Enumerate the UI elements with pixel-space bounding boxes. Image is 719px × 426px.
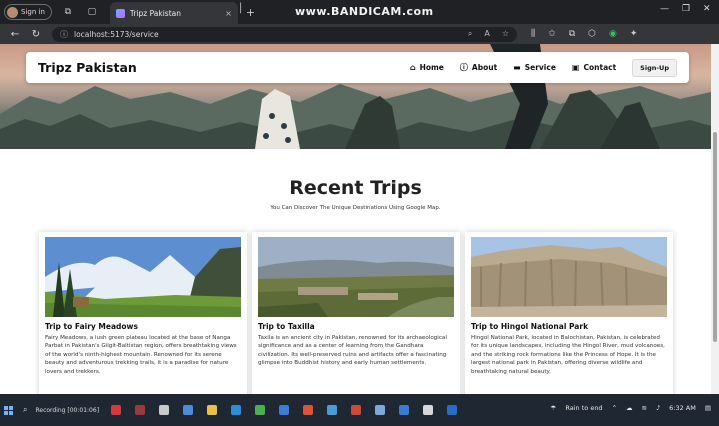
url-text: localhost:5173/service [74, 29, 159, 39]
tab-title: Tripz Pakistan [129, 8, 182, 18]
nav-home[interactable]: ⌂ Home [410, 63, 444, 72]
app-icon[interactable] [423, 405, 434, 415]
system-tray: ☂ Rain to end ⌃ ☁ ≋ ♪ 6:32 AM ▤ [551, 404, 711, 412]
cloud-icon[interactable]: ☁ [626, 404, 633, 412]
trip-cards: Trip to Fairy Meadows Fairy Meadows, a l… [39, 232, 674, 394]
recording-watermark: www.BANDICAM.com [295, 5, 434, 18]
split-screen-icon[interactable]: ⫼ [531, 29, 535, 39]
nav-contact[interactable]: ▣ Contact [572, 63, 616, 72]
card-description: Fairy Meadows, a lush green plateau loca… [45, 335, 237, 375]
back-icon[interactable]: ← [9, 29, 21, 40]
hingol-image [471, 237, 667, 317]
fairy-meadows-image [45, 237, 241, 317]
info-icon: ⓘ [459, 63, 468, 72]
taxilla-image [258, 237, 454, 317]
minimize-icon[interactable]: — [660, 4, 669, 14]
edge-icon[interactable] [231, 405, 242, 415]
wifi-icon[interactable]: ≋ [642, 404, 647, 412]
recorder-app-icon[interactable] [111, 405, 122, 415]
volume-icon[interactable]: ♪ [656, 404, 660, 412]
workspaces-icon[interactable]: ⧉ [60, 4, 76, 20]
favorites-icon[interactable]: ✩ [548, 29, 556, 39]
service-icon: ▬ [513, 63, 521, 72]
card-title: Trip to Taxilla [258, 322, 315, 331]
copilot-icon[interactable]: ✦ [630, 29, 638, 39]
avatar [7, 6, 18, 18]
nav-about[interactable]: ⓘ About [460, 62, 497, 73]
card-description: Hingol National Park, located in Balochi… [471, 335, 665, 375]
card-title: Trip to Fairy Meadows [45, 322, 138, 331]
home-icon: ⌂ [409, 63, 416, 72]
site-info-icon[interactable]: ⓘ [60, 29, 68, 40]
section-title: Recent Trips [289, 177, 422, 199]
tray-chevron-icon[interactable]: ⌃ [612, 404, 617, 412]
profile-label: Sign in [21, 8, 45, 16]
nav-service[interactable]: ▬ Service [513, 63, 556, 72]
extensions-area: ⫼ ✩ ⧉ ⬡ ◉ ✦ [531, 29, 637, 39]
app-icon[interactable] [303, 405, 314, 415]
page-scrollbar[interactable] [711, 44, 719, 394]
read-aloud-icon[interactable]: A [484, 29, 489, 39]
start-button[interactable] [4, 405, 13, 415]
notification-icon[interactable]: ▤ [705, 404, 711, 412]
app-icon[interactable] [375, 405, 386, 415]
new-tab-button[interactable]: + [246, 6, 255, 19]
collections-icon[interactable]: ⧉ [569, 29, 575, 39]
tab-close-icon[interactable]: × [225, 9, 232, 18]
clock[interactable]: 6:32 AM [669, 404, 696, 412]
search-icon[interactable]: ⌕ [23, 405, 27, 415]
page-viewport: Tripz Pakistan ⌂ Home ⓘ About ▬ Service … [0, 44, 711, 394]
app-icon[interactable] [327, 405, 338, 415]
nav-about-label: About [471, 63, 498, 72]
app-icon[interactable] [135, 405, 146, 415]
taskbar-active-task[interactable]: Recording [00:01:06] [35, 407, 99, 414]
tab-actions-icon[interactable]: ▢ [84, 4, 100, 20]
nav-menu: ⌂ Home ⓘ About ▬ Service ▣ Contact Sign-… [394, 58, 677, 77]
file-explorer-icon[interactable] [207, 405, 218, 415]
os-taskbar: ⌕ Recording [00:01:06] ☂ Rain to end ⌃ ☁… [0, 394, 719, 426]
hero-banner: Tripz Pakistan ⌂ Home ⓘ About ▬ Service … [0, 44, 711, 149]
app-icon[interactable] [183, 405, 194, 415]
trip-card-hingol[interactable]: Trip to Hingol National Park Hingol Nati… [465, 232, 673, 394]
favicon-icon [115, 8, 125, 18]
address-bar[interactable]: ⓘ localhost:5173/service ⌕ A ☆ [52, 26, 517, 42]
divider: │ [238, 4, 244, 14]
vscode-icon[interactable] [399, 405, 410, 415]
camera-app-icon[interactable] [159, 405, 170, 415]
address-toolbar: ← ↻ ⓘ localhost:5173/service ⌕ A ☆ ⫼ ✩ ⧉… [0, 24, 719, 44]
browser-tab[interactable]: Tripz Pakistan × [109, 2, 238, 24]
app-icon[interactable] [351, 405, 362, 415]
nav-contact-label: Contact [583, 63, 617, 72]
site-navbar: Tripz Pakistan ⌂ Home ⓘ About ▬ Service … [26, 52, 689, 83]
nav-home-label: Home [419, 63, 444, 72]
trip-card-taxilla[interactable]: Trip to Taxilla Taxila is an ancient cit… [252, 232, 460, 394]
card-title: Trip to Hingol National Park [471, 322, 589, 331]
section-subtitle: You Can Discover The Unique Destinations… [270, 205, 441, 211]
favorite-star-icon[interactable]: ☆ [502, 29, 509, 39]
card-description: Taxila is an ancient city in Pakistan, r… [258, 335, 447, 367]
trip-card-fairy-meadows[interactable]: Trip to Fairy Meadows Fairy Meadows, a l… [39, 232, 247, 394]
contact-icon: ▣ [571, 63, 580, 72]
profile-button[interactable]: Sign in [4, 4, 52, 20]
nav-service-label: Service [524, 63, 556, 72]
weather-icon: ☂ [550, 404, 557, 412]
maximize-icon[interactable]: ❐ [682, 4, 690, 14]
shield-icon[interactable]: ◉ [609, 29, 617, 39]
weather-text[interactable]: Rain to end [565, 404, 602, 412]
chrome-icon[interactable] [255, 405, 266, 415]
close-window-icon[interactable]: ✕ [703, 4, 711, 14]
app-icon[interactable] [279, 405, 290, 415]
app-icon[interactable] [447, 405, 458, 415]
signup-button[interactable]: Sign-Up [632, 58, 677, 77]
reload-icon[interactable]: ↻ [30, 29, 42, 40]
extension-icon[interactable]: ⬡ [588, 29, 596, 39]
site-brand[interactable]: Tripz Pakistan [38, 60, 137, 75]
scrollbar-thumb[interactable] [713, 132, 717, 342]
zoom-icon[interactable]: ⌕ [468, 29, 472, 39]
